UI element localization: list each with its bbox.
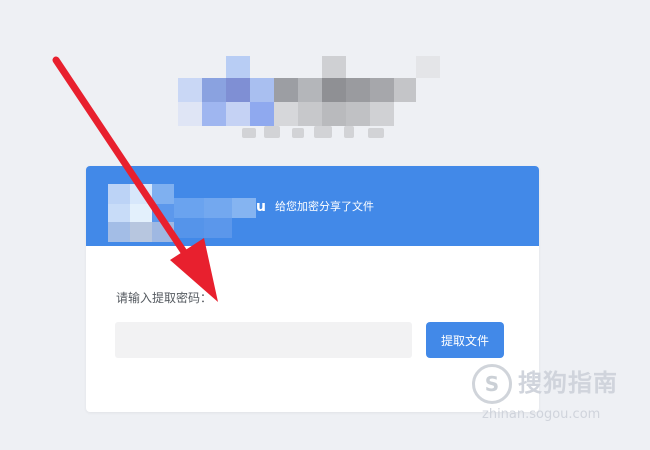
annotation-arrow (52, 56, 218, 302)
